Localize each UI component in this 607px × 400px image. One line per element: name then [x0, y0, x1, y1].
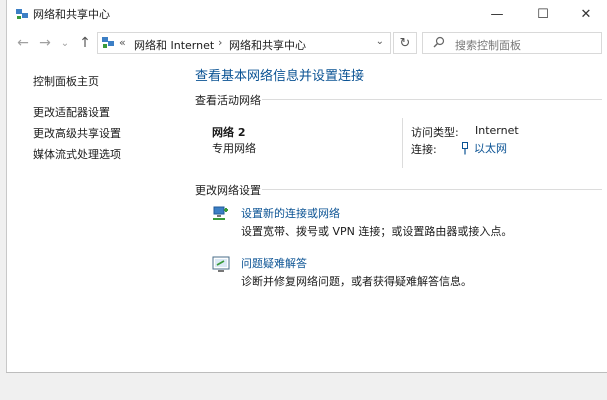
network-folder-icon — [102, 37, 114, 48]
new-connection-icon — [213, 206, 228, 220]
address-dropdown-icon[interactable]: ⌄ — [376, 36, 384, 47]
ethernet-connection-link[interactable]: 以太网 — [462, 140, 507, 156]
refresh-button[interactable]: ↻ — [393, 32, 417, 54]
access-type-value: Internet — [475, 124, 519, 137]
chevron-down-icon: ⌄ — [60, 37, 70, 49]
title-bar[interactable]: 网络和共享中心 — ☐ ✕ — [7, 0, 607, 28]
refresh-icon: ↻ — [399, 35, 411, 51]
troubleshoot-icon — [212, 256, 230, 272]
vertical-divider — [402, 118, 403, 168]
setup-new-connection-desc: 设置宽带、拨号或 VPN 连接；或设置路由器或接入点。 — [241, 225, 513, 238]
setup-new-connection-link[interactable]: 设置新的连接或网络 — [241, 205, 340, 221]
window-bottom-border — [6, 372, 607, 373]
ethernet-icon — [462, 141, 468, 154]
breadcrumb-separator[interactable]: › — [218, 36, 222, 49]
section-divider — [262, 99, 602, 100]
network-app-icon — [16, 9, 28, 19]
search-placeholder[interactable]: 搜索控制面板 — [455, 37, 521, 53]
navigation-bar: ← → ⌄ ↑ « 网络和 Internet › 网络和共享中心 ⌄ ↻ 搜索控… — [7, 29, 607, 57]
troubleshoot-problems-link[interactable]: 问题疑难解答 — [241, 255, 307, 271]
network-type: 专用网络 — [212, 142, 256, 155]
forward-button[interactable]: → — [35, 33, 55, 53]
page-title: 查看基本网络信息并设置连接 — [195, 69, 365, 84]
change-settings-heading: 更改网络设置 — [195, 184, 261, 197]
control-panel-home-link[interactable]: 控制面板主页 — [33, 73, 99, 89]
change-adapter-settings-link[interactable]: 更改适配器设置 — [33, 104, 110, 120]
network-name: 网络 2 — [212, 126, 246, 139]
arrow-up-icon: ↑ — [79, 35, 91, 51]
breadcrumb-network-sharing-center[interactable]: 网络和共享中心 — [229, 37, 306, 53]
troubleshoot-problems-desc: 诊断并修复网络问题，或者获得疑难解答信息。 — [241, 275, 472, 288]
arrow-left-icon: ← — [17, 35, 29, 51]
breadcrumb-network-internet[interactable]: 网络和 Internet — [134, 37, 214, 53]
minimize-button[interactable]: — — [475, 0, 519, 28]
network-sharing-center-window: 网络和共享中心 — ☐ ✕ ← → ⌄ ↑ « 网络和 Internet › 网… — [6, 0, 607, 372]
maximize-button[interactable]: ☐ — [521, 0, 565, 28]
access-type-label: 访问类型: — [411, 126, 459, 139]
back-button[interactable]: ← — [13, 33, 33, 53]
search-box[interactable]: 搜索控制面板 — [422, 32, 602, 54]
search-icon — [433, 36, 445, 48]
address-bar[interactable]: « 网络和 Internet › 网络和共享中心 ⌄ — [97, 32, 391, 54]
media-streaming-options-link[interactable]: 媒体流式处理选项 — [33, 146, 121, 162]
arrow-right-icon: → — [39, 35, 51, 51]
recent-locations-button[interactable]: ⌄ — [55, 33, 75, 53]
connection-label: 连接: — [411, 143, 437, 156]
active-networks-heading: 查看活动网络 — [195, 94, 261, 107]
change-advanced-sharing-link[interactable]: 更改高级共享设置 — [33, 125, 121, 141]
section-divider — [262, 189, 602, 190]
window-title: 网络和共享中心 — [33, 8, 110, 21]
breadcrumb-overflow[interactable]: « — [119, 36, 126, 49]
close-button[interactable]: ✕ — [564, 0, 607, 28]
ethernet-link-label[interactable]: 以太网 — [474, 140, 507, 156]
up-button[interactable]: ↑ — [75, 33, 95, 53]
